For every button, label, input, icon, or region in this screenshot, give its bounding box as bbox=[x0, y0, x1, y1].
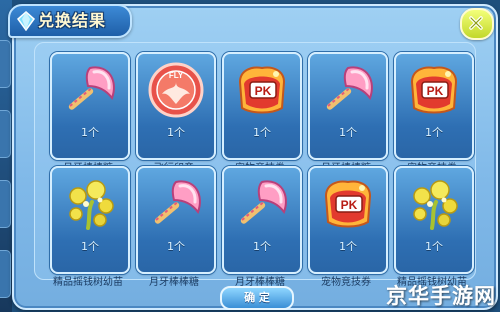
item-quantity: 1个 bbox=[339, 126, 357, 139]
background-slot bbox=[0, 40, 11, 88]
reward-item-slot[interactable]: 1个 bbox=[136, 166, 216, 274]
diamond-icon bbox=[16, 11, 36, 31]
item-quantity: 1个 bbox=[253, 126, 271, 139]
reward-item-slot[interactable]: 1个 bbox=[50, 52, 130, 160]
svg-text:PK: PK bbox=[341, 198, 358, 212]
item-quantity: 1个 bbox=[167, 126, 185, 139]
money-tree-seedling-icon bbox=[404, 174, 464, 234]
item-quantity: 1个 bbox=[253, 240, 271, 253]
item-name: 月牙棒棒糖 bbox=[149, 277, 199, 288]
reward-item-slot[interactable]: PK 1个 bbox=[308, 166, 388, 274]
item-quantity: 1个 bbox=[425, 240, 443, 253]
moon-lollipop-icon bbox=[146, 174, 206, 234]
reward-item-slot[interactable]: 1个 bbox=[394, 166, 474, 274]
svg-text:FLY: FLY bbox=[169, 71, 184, 80]
item-quantity: 1个 bbox=[339, 240, 357, 253]
svg-text:PK: PK bbox=[427, 84, 444, 98]
background-slot bbox=[0, 180, 11, 228]
background-slot bbox=[0, 110, 11, 158]
pet-pk-ticket-icon: PK bbox=[318, 174, 378, 234]
dialog-title: 兑换结果 bbox=[38, 11, 107, 30]
money-tree-seedling-icon bbox=[60, 174, 120, 234]
item-quantity: 1个 bbox=[167, 240, 185, 253]
dialog-titlebar: 兑换结果 bbox=[8, 4, 132, 38]
item-quantity: 1个 bbox=[81, 126, 99, 139]
item-name: 宠物竞技券 bbox=[321, 277, 371, 288]
background-game-ui bbox=[0, 0, 12, 312]
background-slot bbox=[0, 250, 11, 298]
reward-item-slot[interactable]: 1个 bbox=[222, 166, 302, 274]
moon-lollipop-icon bbox=[60, 60, 120, 120]
site-watermark: 京华手游网 bbox=[386, 284, 496, 308]
pet-pk-ticket-icon: PK bbox=[404, 60, 464, 120]
item-quantity: 1个 bbox=[425, 126, 443, 139]
flight-seal-icon: FLY bbox=[146, 60, 206, 120]
item-quantity: 1个 bbox=[81, 240, 99, 253]
pet-pk-ticket-icon: PK bbox=[232, 60, 292, 120]
moon-lollipop-icon bbox=[318, 60, 378, 120]
item-name: 精品摇钱树幼苗 bbox=[53, 277, 123, 288]
svg-text:PK: PK bbox=[255, 84, 272, 98]
close-button[interactable] bbox=[460, 8, 494, 40]
moon-lollipop-icon bbox=[232, 174, 292, 234]
reward-item-slot[interactable]: PK 1个 bbox=[222, 52, 302, 160]
reward-item-slot[interactable]: PK 1个 bbox=[394, 52, 474, 160]
reward-item-slot[interactable]: FLY 1个 bbox=[136, 52, 216, 160]
confirm-button[interactable]: 确 定 bbox=[220, 286, 294, 310]
close-icon bbox=[469, 16, 483, 30]
reward-item-slot[interactable]: 1个 bbox=[308, 52, 388, 160]
reward-item-slot[interactable]: 1个 bbox=[50, 166, 130, 274]
exchange-result-dialog: 兑换结果 1个月牙棒棒糖 FLY 1个飞行印章 PK 1个宠物竞技券 bbox=[8, 4, 498, 310]
